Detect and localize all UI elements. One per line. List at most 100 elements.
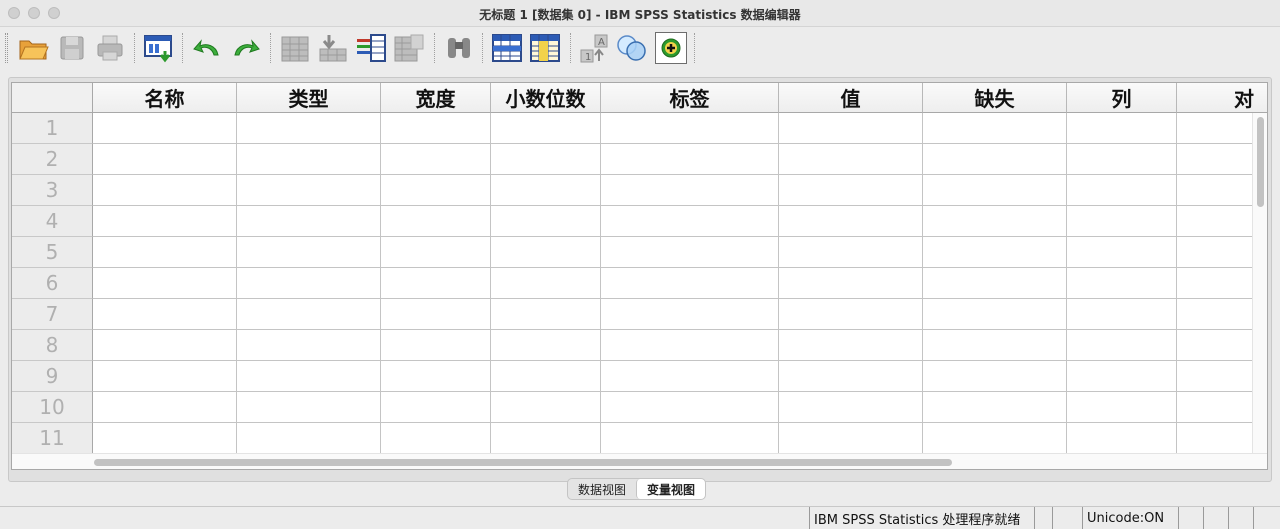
grid-cell[interactable] [1067, 299, 1177, 330]
grid-cell[interactable] [601, 423, 779, 454]
grid-cell[interactable] [779, 361, 923, 392]
grid-cell[interactable] [1067, 423, 1177, 454]
row-number[interactable]: 10 [12, 392, 93, 423]
grid-cell[interactable] [1067, 113, 1177, 144]
column-header-columns[interactable]: 列 [1067, 83, 1177, 113]
grid-cell[interactable] [779, 268, 923, 299]
horizontal-scrollbar[interactable] [12, 453, 1267, 469]
grid-cell[interactable] [779, 330, 923, 361]
row-number[interactable]: 9 [12, 361, 93, 392]
row-number[interactable]: 5 [12, 237, 93, 268]
grid-cell[interactable] [381, 144, 491, 175]
grid-cell[interactable] [1067, 361, 1177, 392]
grid-cell[interactable] [381, 423, 491, 454]
grid-cell[interactable] [923, 113, 1067, 144]
recall-dialog-button[interactable] [142, 31, 176, 65]
grid-cell[interactable] [601, 268, 779, 299]
grid-cell[interactable] [93, 330, 237, 361]
open-file-button[interactable] [17, 31, 51, 65]
grid-cell[interactable] [93, 237, 237, 268]
grid-cell[interactable] [601, 175, 779, 206]
grid-cell[interactable] [779, 423, 923, 454]
grid-cell[interactable] [93, 392, 237, 423]
undo-button[interactable] [190, 31, 224, 65]
grid-cell[interactable] [601, 206, 779, 237]
grid-cell[interactable] [381, 175, 491, 206]
grid-cell[interactable] [491, 361, 601, 392]
column-header-width[interactable]: 宽度 [381, 83, 491, 113]
grid-cell[interactable] [779, 299, 923, 330]
grid-cell[interactable] [237, 330, 381, 361]
grid-cell[interactable] [1067, 237, 1177, 268]
grid-cell[interactable] [779, 237, 923, 268]
row-number[interactable]: 7 [12, 299, 93, 330]
print-button[interactable] [93, 31, 127, 65]
grid-cell[interactable] [491, 237, 601, 268]
grid-cell[interactable] [237, 237, 381, 268]
grid-cell[interactable] [601, 299, 779, 330]
grid-cell[interactable] [1067, 206, 1177, 237]
find-button[interactable] [442, 31, 476, 65]
grid-cell[interactable] [237, 423, 381, 454]
grid-cell[interactable] [93, 175, 237, 206]
grid-cell[interactable] [93, 144, 237, 175]
grid-cell[interactable] [93, 113, 237, 144]
grid-cell[interactable] [381, 392, 491, 423]
grid-cell[interactable] [93, 206, 237, 237]
grid-cell[interactable] [601, 392, 779, 423]
toolbar-grip[interactable] [5, 33, 8, 63]
row-number[interactable]: 8 [12, 330, 93, 361]
row-number[interactable]: 4 [12, 206, 93, 237]
grid-cell[interactable] [237, 361, 381, 392]
row-number[interactable]: 1 [12, 113, 93, 144]
grid-cell[interactable] [381, 237, 491, 268]
vertical-scrollbar[interactable] [1252, 113, 1267, 455]
grid-cell[interactable] [491, 113, 601, 144]
grid-cell[interactable] [491, 175, 601, 206]
tab-data-view[interactable]: 数据视图 [568, 479, 636, 499]
weight-cases-button[interactable] [615, 31, 649, 65]
grid-cell[interactable] [779, 144, 923, 175]
horizontal-scroll-thumb[interactable] [94, 459, 952, 466]
split-file-button[interactable]: A1 [578, 31, 612, 65]
column-header-name[interactable]: 名称 [93, 83, 237, 113]
grid-cell[interactable] [93, 361, 237, 392]
grid-cell[interactable] [923, 361, 1067, 392]
column-header-align[interactable]: 对 [1177, 83, 1267, 113]
select-cases-button[interactable] [655, 32, 687, 64]
row-number[interactable]: 11 [12, 423, 93, 454]
grid-cell[interactable] [923, 392, 1067, 423]
goto-case-button[interactable] [278, 31, 312, 65]
grid-cell[interactable] [381, 268, 491, 299]
grid-cell[interactable] [923, 175, 1067, 206]
grid-cell[interactable] [491, 392, 601, 423]
grid-cell[interactable] [237, 144, 381, 175]
grid-cell[interactable] [601, 361, 779, 392]
grid-cell[interactable] [93, 423, 237, 454]
grid-cell[interactable] [381, 330, 491, 361]
grid-cell[interactable] [779, 113, 923, 144]
column-header-decimals[interactable]: 小数位数 [491, 83, 601, 113]
grid-cell[interactable] [237, 268, 381, 299]
insert-cases-button[interactable] [490, 31, 524, 65]
grid-cell[interactable] [381, 206, 491, 237]
grid-cell[interactable] [779, 392, 923, 423]
grid-cell[interactable] [491, 144, 601, 175]
grid-cell[interactable] [601, 144, 779, 175]
tab-variable-view[interactable]: 变量视图 [636, 479, 706, 499]
grid-cell[interactable] [491, 330, 601, 361]
row-number[interactable]: 3 [12, 175, 93, 206]
grid-cell[interactable] [601, 113, 779, 144]
grid-cell[interactable] [1067, 330, 1177, 361]
grid-cell[interactable] [923, 206, 1067, 237]
grid-cell[interactable] [93, 268, 237, 299]
grid-cell[interactable] [93, 299, 237, 330]
save-button[interactable] [55, 31, 89, 65]
grid-cell[interactable] [1067, 268, 1177, 299]
grid-cell[interactable] [779, 175, 923, 206]
grid-cell[interactable] [779, 206, 923, 237]
vertical-scroll-thumb[interactable] [1257, 117, 1264, 207]
column-header-type[interactable]: 类型 [237, 83, 381, 113]
column-header-values[interactable]: 值 [779, 83, 923, 113]
grid-cell[interactable] [923, 144, 1067, 175]
